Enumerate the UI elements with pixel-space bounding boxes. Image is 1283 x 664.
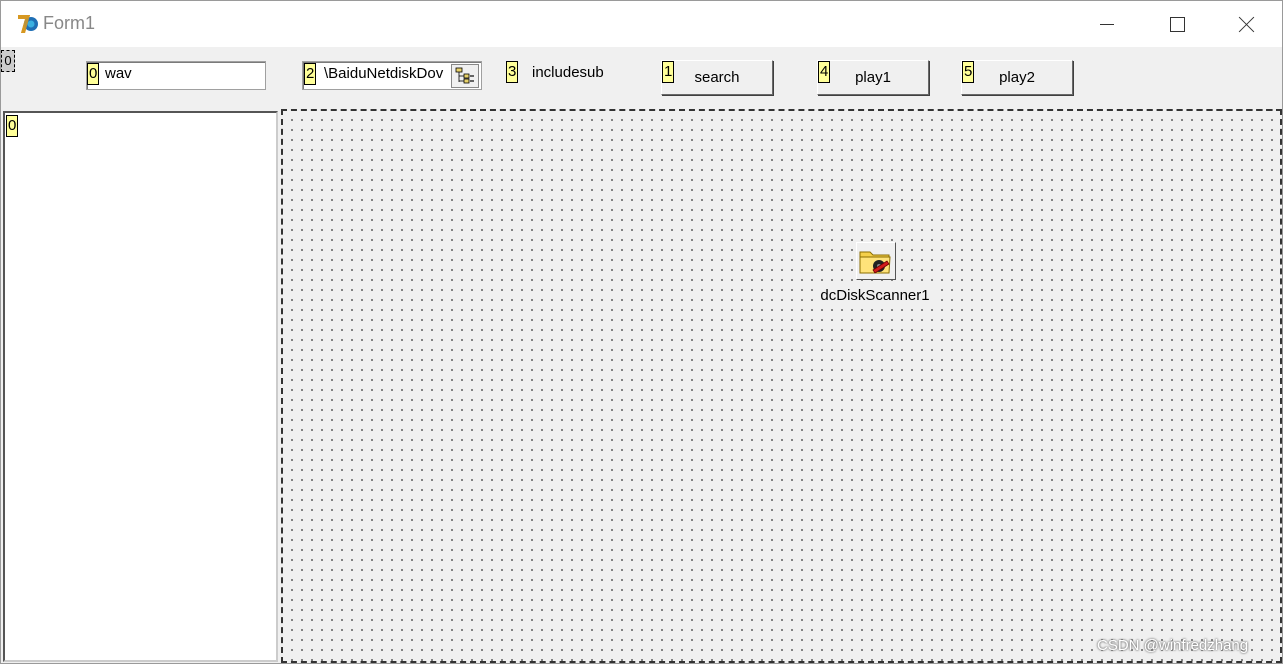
title-bar[interactable]: Form1 bbox=[1, 1, 1282, 47]
search-button[interactable]: search bbox=[661, 60, 773, 95]
play2-button[interactable]: play2 bbox=[961, 60, 1073, 95]
play2-tab-order-tag: 5 bbox=[962, 61, 975, 83]
path-tab-order-tag: 2 bbox=[304, 63, 317, 85]
play2-button-label: play2 bbox=[999, 69, 1035, 86]
disk-scanner-label: dcDiskScanner1 bbox=[814, 287, 936, 304]
design-grid-panel[interactable] bbox=[281, 109, 1282, 663]
window-title: Form1 bbox=[43, 13, 96, 33]
file-list-box[interactable] bbox=[3, 111, 278, 662]
search-button-label: search bbox=[694, 69, 740, 86]
close-button[interactable] bbox=[1212, 1, 1282, 47]
play1-button-label: play1 bbox=[855, 69, 891, 86]
form-window: Form1 0 wav 0 \BaiduNetdiskDov 2 3 inclu… bbox=[0, 0, 1283, 664]
watermark: CSDN @winfredzhang bbox=[1097, 637, 1249, 654]
extension-input-value: wav bbox=[105, 65, 132, 82]
tree-browse-icon bbox=[455, 67, 474, 84]
delphi-app-icon bbox=[18, 15, 38, 33]
play1-button[interactable]: play1 bbox=[817, 60, 929, 95]
play1-tab-order-tag: 4 bbox=[818, 61, 831, 83]
browse-folder-button[interactable] bbox=[451, 64, 479, 88]
extension-input[interactable]: wav bbox=[86, 61, 266, 90]
panel-tab-order-tag: 0 bbox=[1, 50, 15, 72]
minimize-button[interactable] bbox=[1072, 1, 1142, 47]
includesub-tab-order-tag: 3 bbox=[506, 61, 519, 83]
maximize-button[interactable] bbox=[1142, 1, 1212, 47]
extension-tab-order-tag: 0 bbox=[87, 63, 100, 85]
path-input-value: \BaiduNetdiskDov bbox=[324, 65, 444, 82]
search-tab-order-tag: 1 bbox=[662, 61, 675, 83]
disk-scanner-folder-icon bbox=[859, 251, 891, 274]
disk-scanner-component[interactable] bbox=[856, 242, 896, 280]
includesub-checkbox[interactable]: includesub bbox=[532, 64, 604, 81]
maximize-icon bbox=[1169, 16, 1185, 32]
close-icon bbox=[1239, 16, 1255, 32]
list-tab-order-tag: 0 bbox=[6, 115, 19, 137]
minimize-icon bbox=[1100, 23, 1114, 25]
